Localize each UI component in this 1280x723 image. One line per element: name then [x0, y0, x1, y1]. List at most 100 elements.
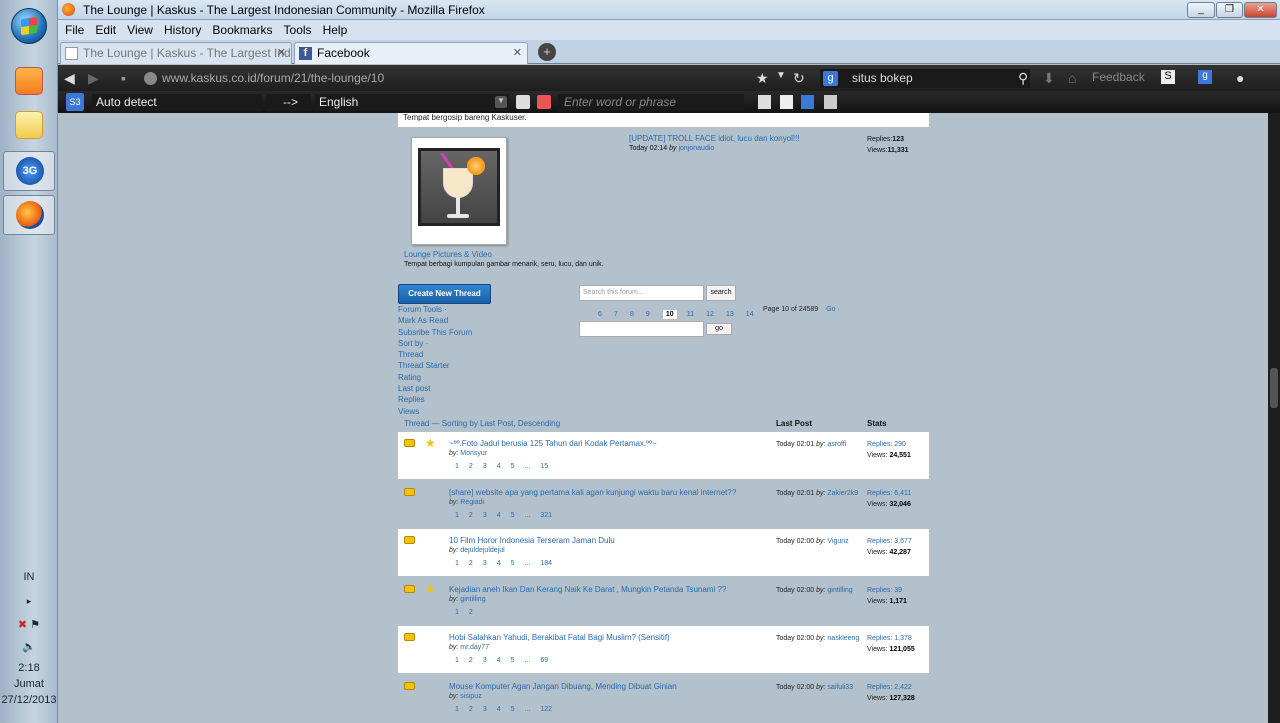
menu-help[interactable]: Help	[322, 23, 349, 37]
bookmark-star-icon[interactable]: ★	[756, 70, 769, 87]
addon-s-icon[interactable]: S	[1161, 70, 1175, 84]
thread-title[interactable]: Hobi Salahkan Yahudi, Berakibat Fatal Ba…	[449, 633, 670, 642]
menu-bookmarks[interactable]: Bookmarks	[211, 23, 273, 37]
thread-page-link[interactable]: 5	[511, 463, 515, 470]
thread-title[interactable]: [share] website apa yang pertama kali ag…	[449, 488, 736, 497]
thread-page-link[interactable]: 4	[497, 657, 501, 664]
thread-title[interactable]: ~ºº.Foto Jadul berusia 125 Tahun dari Ko…	[449, 439, 657, 448]
addon-google-icon[interactable]: g	[1198, 70, 1212, 84]
thread-page-link[interactable]: 2	[469, 463, 473, 470]
thread-author[interactable]: mr.day77	[460, 644, 489, 651]
taskbar-3g[interactable]: 3G	[3, 151, 55, 191]
translate-page-icon[interactable]	[516, 95, 530, 109]
clock-time[interactable]: 2:18	[0, 662, 58, 674]
replies-label[interactable]: Replies:	[867, 635, 894, 642]
thread-page-link[interactable]: 2	[469, 657, 473, 664]
last-post-user[interactable]: Zakier2k9	[827, 490, 858, 497]
target-language-select[interactable]: English ▼	[315, 94, 509, 111]
close-tab-icon[interactable]: ✕	[513, 46, 522, 59]
thread-author[interactable]: Monsyur	[460, 450, 487, 457]
thread-page-link[interactable]: 3	[483, 512, 487, 519]
sort-views-link[interactable]: Views	[398, 407, 518, 418]
close-tab-icon[interactable]: ✕	[277, 46, 286, 59]
thread-page-link[interactable]: 3	[483, 706, 487, 713]
taskbar-media-player[interactable]	[3, 62, 55, 102]
last-post-user[interactable]: gintilling	[827, 587, 852, 594]
go-page-menu[interactable]: Go ·	[826, 306, 840, 313]
thread-page-link[interactable]: 5	[511, 706, 515, 713]
sort-thread-starter-link[interactable]: Thread Starter	[398, 361, 518, 372]
menu-file[interactable]: File	[64, 23, 85, 37]
network-icon[interactable]: ✖	[18, 619, 27, 631]
thread-page-link[interactable]: 122	[540, 706, 552, 713]
thread-page-link[interactable]: 5	[511, 657, 515, 664]
close-button[interactable]: ✕	[1244, 2, 1277, 18]
thread-page-link[interactable]: 4	[497, 463, 501, 470]
thread-page-link[interactable]: 321	[540, 512, 552, 519]
sort-thread-link[interactable]: Thread	[398, 350, 518, 361]
translate-logo-icon[interactable]: S3	[66, 93, 84, 111]
home-icon[interactable]: ⌂	[1068, 70, 1076, 86]
new-tab-button[interactable]: +	[538, 43, 556, 61]
replies-value[interactable]: 6,411	[894, 490, 911, 497]
mark-as-read-link[interactable]: Mark As Read	[398, 316, 518, 327]
thread-author[interactable]: Regiadi	[460, 499, 484, 506]
thread-page-link[interactable]: 3	[483, 657, 487, 664]
featured-thread-title[interactable]: [UPDATE] TROLL FACE idiot, lucu dan kony…	[629, 134, 800, 143]
page-info-icon[interactable]: ▪	[121, 70, 126, 86]
thread-author[interactable]: sisipuz	[460, 693, 481, 700]
menu-view[interactable]: View	[126, 23, 154, 37]
page-scrollbar[interactable]	[1268, 113, 1280, 723]
forum-tools-menu[interactable]: Forum Tools ·	[398, 305, 518, 316]
flag-icon[interactable]: ⚑	[30, 619, 40, 631]
page-action-icon[interactable]	[824, 95, 837, 109]
page-link[interactable]: 11	[687, 311, 694, 318]
goto-page-input[interactable]	[579, 321, 704, 337]
thread-page-link[interactable]: 3	[483, 560, 487, 567]
thread-page-link[interactable]: 15	[540, 463, 548, 470]
clock-date[interactable]: 27/12/2013	[0, 694, 58, 706]
thread-page-link[interactable]: 2	[469, 560, 473, 567]
download-icon[interactable]: ⬇	[1043, 70, 1055, 87]
sort-last-post-link[interactable]: Last post	[398, 384, 518, 395]
replies-value[interactable]: 1,378	[894, 635, 912, 642]
tab-kaskus[interactable]: The Lounge | Kaskus - The Largest Ind...…	[60, 42, 292, 64]
clock-day[interactable]: Jumat	[0, 678, 58, 690]
featured-thread-user[interactable]: jonjonaudio	[678, 145, 714, 152]
replies-value[interactable]: 290	[894, 441, 906, 448]
thread-page-link[interactable]: 1	[455, 560, 459, 567]
thread-page-link[interactable]: 4	[497, 560, 501, 567]
thread-title[interactable]: Mouse Komputer Agan Jangan Dibuang, Mend…	[449, 682, 677, 691]
taskbar-firefox[interactable]	[3, 195, 55, 235]
start-orb-icon[interactable]	[11, 8, 47, 44]
reload-icon[interactable]: ↻	[793, 70, 805, 87]
thread-page-link[interactable]: 1	[455, 609, 459, 616]
subforum-link[interactable]: Lounge Pictures & Video	[404, 250, 492, 259]
sort-by-menu[interactable]: Sort by ·	[398, 339, 518, 350]
thread-page-link[interactable]: 69	[540, 657, 548, 664]
scrollbar-thumb[interactable]	[1270, 368, 1278, 408]
thread-page-link[interactable]: 1	[455, 706, 459, 713]
replies-label[interactable]: Replies:	[867, 684, 894, 691]
thread-page-link[interactable]: 1	[455, 512, 459, 519]
search-input[interactable]: g situs bokep	[820, 69, 1030, 88]
forum-search-input[interactable]: Search this forum...	[579, 285, 704, 301]
clipboard-icon[interactable]	[780, 95, 793, 109]
page-link[interactable]: 8	[630, 311, 634, 318]
replies-label[interactable]: Replies:	[867, 490, 894, 497]
history-dropdown-icon[interactable]: ▼	[776, 70, 786, 81]
minimize-button[interactable]: _	[1187, 2, 1215, 18]
maximize-button[interactable]: ❐	[1216, 2, 1243, 18]
replies-label[interactable]: Replies:	[867, 538, 894, 545]
thread-page-link[interactable]: 1	[455, 463, 459, 470]
forward-icon[interactable]: ▶	[88, 70, 99, 87]
thread-page-link[interactable]: 2	[469, 706, 473, 713]
volume-icon[interactable]: 🔈	[0, 640, 58, 653]
tab-facebook[interactable]: f Facebook ✕	[294, 42, 528, 64]
replies-label[interactable]: Replies:	[867, 587, 894, 594]
tray-expand-icon[interactable]: ▸	[0, 596, 58, 607]
url-bar[interactable]: www.kaskus.co.id/forum/21/the-lounge/10	[140, 69, 440, 88]
translate-tool-icon[interactable]	[758, 95, 771, 109]
thread-page-link[interactable]: 1	[455, 657, 459, 664]
thread-page-link[interactable]: 2	[469, 609, 473, 616]
